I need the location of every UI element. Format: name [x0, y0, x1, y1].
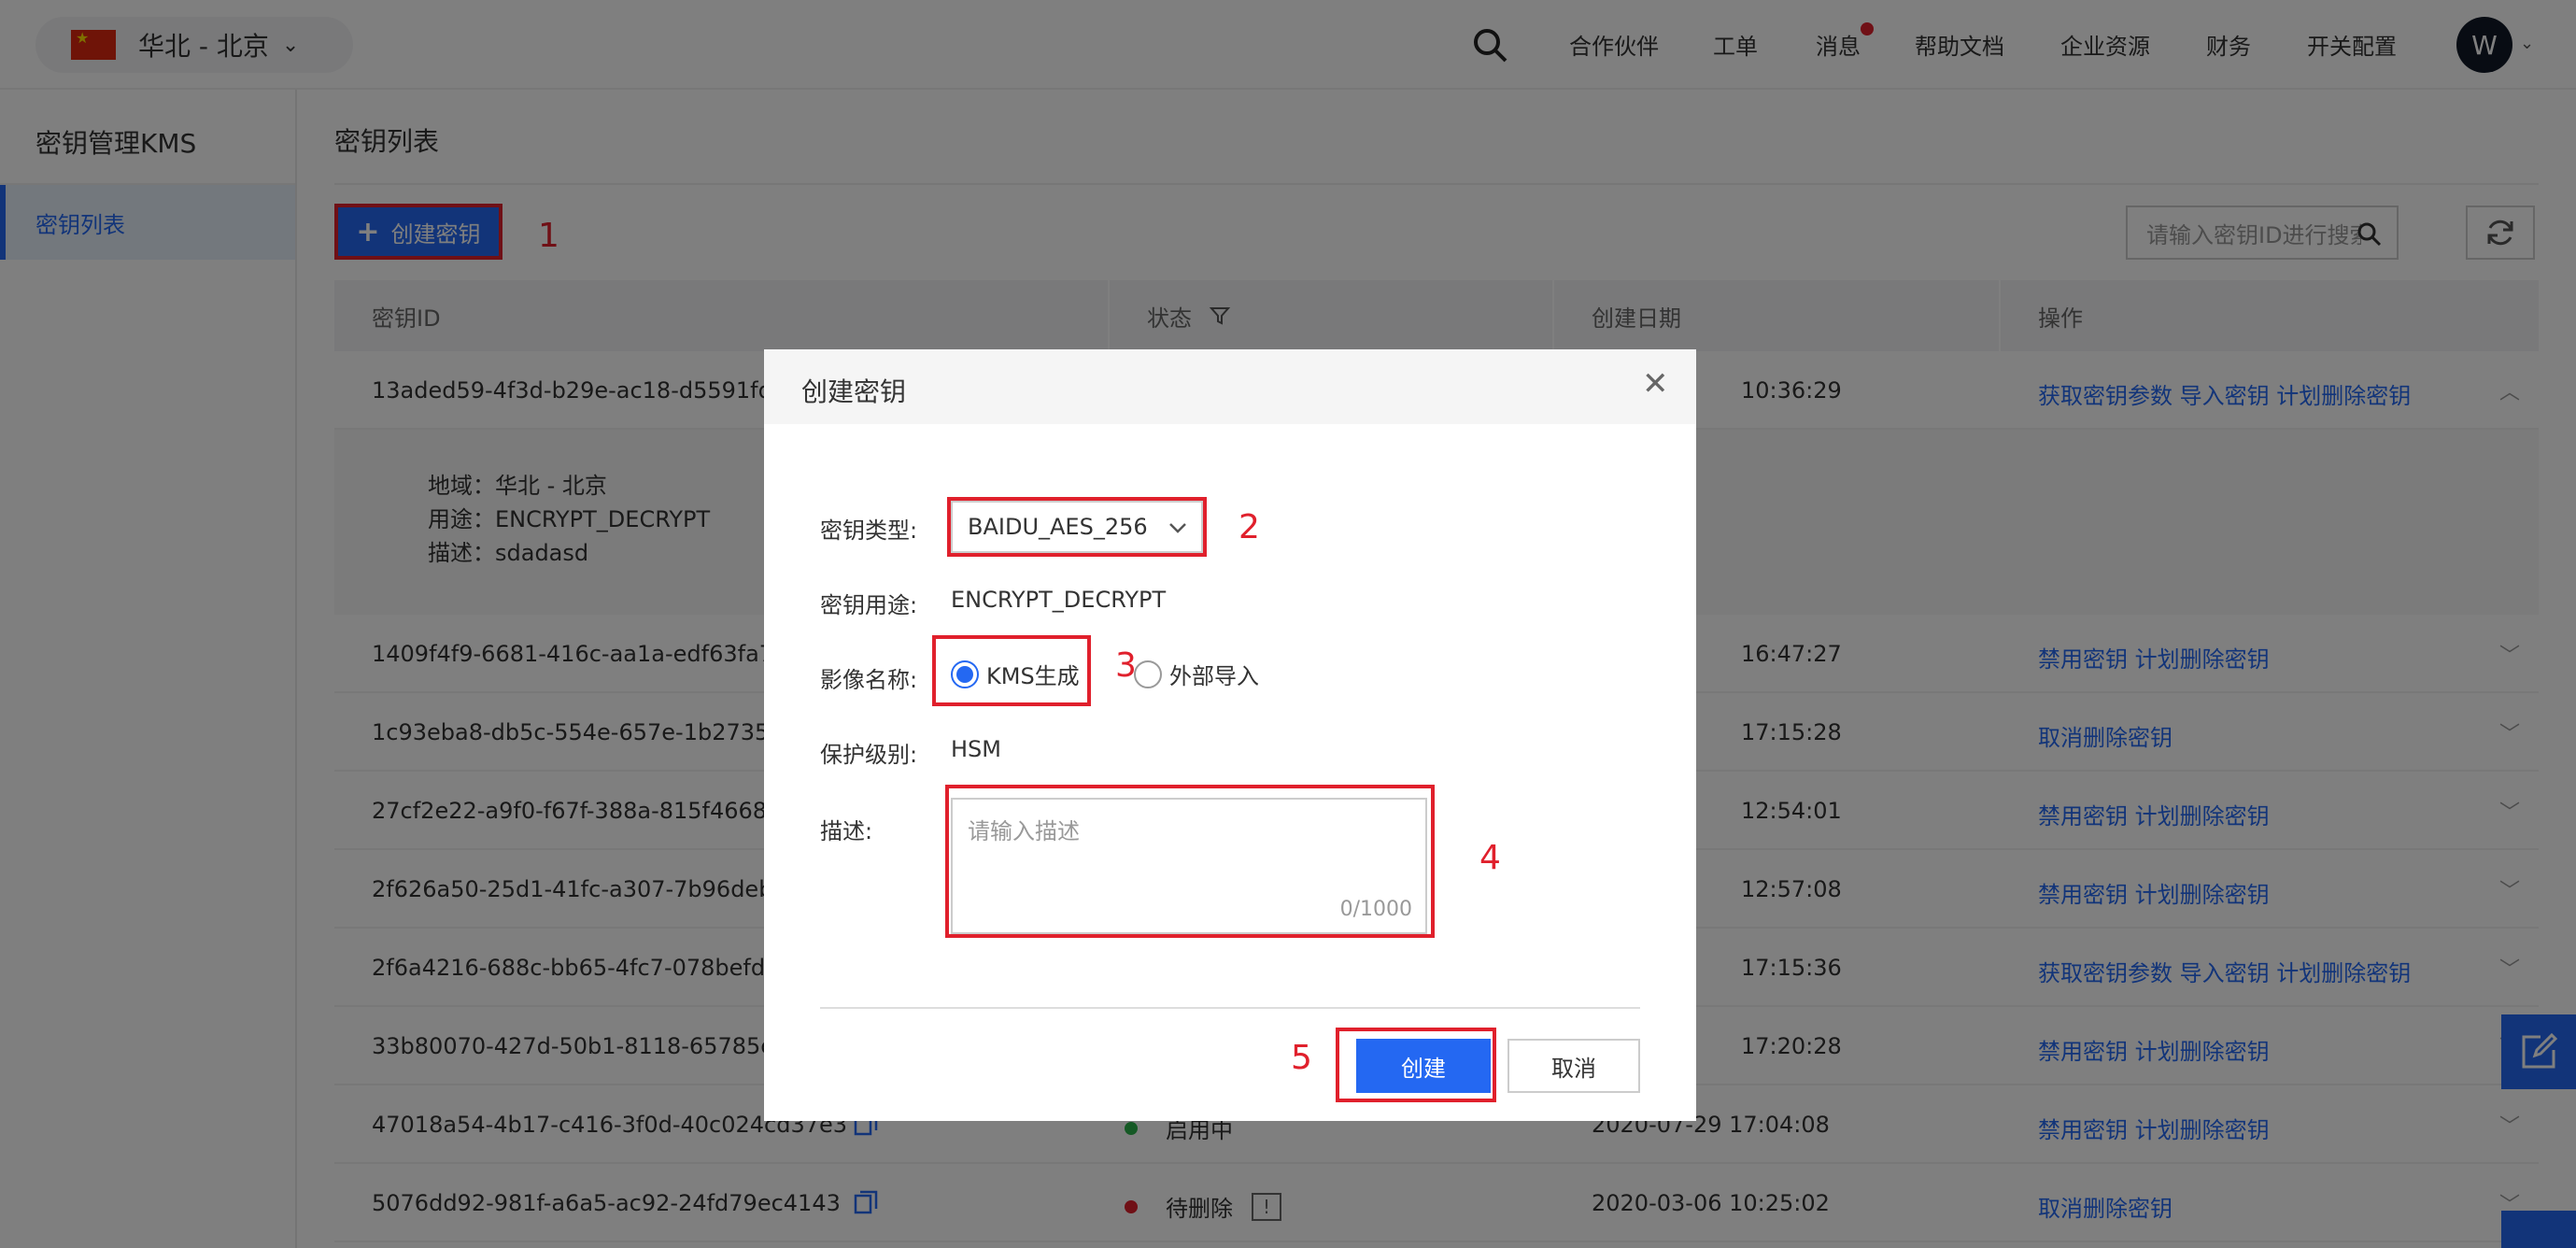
usage-value: ENCRYPT_DECRYPT: [951, 587, 1167, 613]
dialog-divider: [820, 1007, 1640, 1009]
annotation-box-5: [1336, 1028, 1496, 1102]
key-type-label: 密钥类型:: [820, 518, 918, 544]
annotation-box-3: [932, 635, 1091, 706]
radio-external-import[interactable]: 外部导入: [1134, 658, 1259, 690]
annotation-number-5: 5: [1291, 1039, 1312, 1077]
protection-level-value: HSM: [951, 736, 1001, 762]
cancel-button[interactable]: 取消: [1507, 1039, 1640, 1093]
annotation-number-2: 2: [1238, 508, 1260, 546]
annotation-box-4: [945, 785, 1435, 938]
radio-external-label: 外部导入: [1169, 663, 1259, 689]
dialog-title: 创建密钥: [801, 376, 907, 407]
radio-unselected-icon: [1134, 659, 1162, 688]
usage-label: 密钥用途:: [820, 592, 918, 618]
protection-level-label: 保护级别:: [820, 742, 918, 768]
dialog-header: 创建密钥 ✕: [764, 349, 1696, 424]
description-label: 描述:: [820, 818, 873, 844]
create-key-dialog: 创建密钥 ✕ 密钥类型: BAIDU_AES_256 2 密钥用途: ENCRY…: [764, 349, 1696, 1121]
annotation-box-2: [947, 497, 1207, 557]
image-name-label: 影像名称:: [820, 667, 918, 693]
close-icon[interactable]: ✕: [1642, 368, 1669, 400]
annotation-number-4: 4: [1479, 839, 1501, 877]
